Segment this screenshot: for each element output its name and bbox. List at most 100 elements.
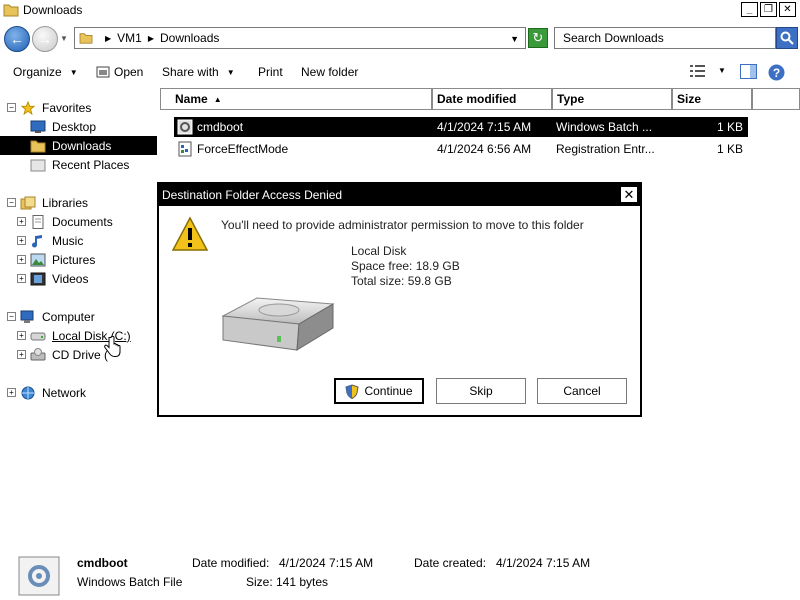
restore-button[interactable]: ❐ — [760, 2, 777, 17]
collapse-icon[interactable]: − — [7, 198, 16, 207]
nav-item-videos[interactable]: + Videos — [17, 269, 88, 288]
column-headers: Name ▲ Date modified Type Size — [160, 88, 800, 110]
refresh-button[interactable]: ↻ — [528, 28, 548, 48]
registry-file-icon — [178, 141, 192, 157]
cancel-button[interactable]: Cancel — [537, 378, 627, 404]
views-button[interactable] — [690, 64, 706, 81]
expand-icon[interactable]: + — [17, 350, 26, 359]
forward-button[interactable]: → — [32, 26, 58, 52]
expand-icon[interactable]: + — [17, 217, 26, 226]
expand-icon[interactable]: + — [7, 388, 16, 397]
address-row: ← → ▼ ▶ VM1 ▶ Downloads ▼ ↻ Search Downl… — [0, 24, 800, 54]
print-label: Print — [258, 65, 283, 79]
details-file-name: cmdboot — [77, 556, 128, 570]
column-header-date-modified[interactable]: Date modified — [432, 88, 552, 110]
nav-item-network[interactable]: + Network — [7, 383, 86, 402]
file-row[interactable]: cmdboot 4/1/2024 7:15 AM Windows Batch .… — [174, 117, 748, 137]
column-header-size[interactable]: Size — [672, 88, 752, 110]
preview-pane-button[interactable] — [740, 64, 757, 82]
batch-file-icon — [18, 556, 60, 596]
disk-info: Local Disk Space free: 18.9 GB Total siz… — [351, 244, 460, 289]
dialog-message: You'll need to provide administrator per… — [221, 218, 584, 232]
details-pane: cmdboot Windows Batch File Date modified… — [0, 550, 800, 600]
continue-label: Continue — [364, 384, 413, 398]
sort-ascending-icon: ▲ — [213, 94, 222, 104]
minimize-button[interactable]: _ — [741, 2, 758, 17]
new-folder-label: New folder — [301, 65, 359, 79]
expand-icon[interactable]: + — [17, 236, 26, 245]
search-input[interactable]: Search Downloads — [554, 27, 776, 49]
folder-icon — [3, 4, 19, 17]
pictures-icon — [30, 253, 46, 266]
nav-item-downloads[interactable]: Downloads — [0, 136, 157, 155]
nav-item-pictures[interactable]: + Pictures — [17, 250, 95, 269]
title-bar: Downloads _ ❐ ✕ — [0, 0, 800, 20]
back-button[interactable]: ← — [4, 26, 30, 52]
dialog-title-bar: Destination Folder Access Denied ✕ — [159, 184, 640, 206]
expand-icon[interactable]: + — [17, 331, 26, 340]
desktop-icon — [30, 120, 46, 133]
open-label: Open — [114, 65, 144, 79]
chevron-right-icon[interactable]: ▶ — [105, 34, 111, 43]
open-icon — [96, 66, 110, 78]
forward-icon: → — [38, 31, 52, 47]
collapse-icon[interactable]: − — [7, 312, 16, 321]
organize-button[interactable]: Organize ▼ — [13, 65, 78, 79]
nav-item-music[interactable]: + Music — [17, 231, 83, 250]
breadcrumb-vm1[interactable]: VM1 — [117, 31, 142, 45]
disk-total-size: Total size: 59.8 GB — [351, 274, 452, 288]
continue-button[interactable]: Continue — [334, 378, 424, 404]
nav-item-label: Pictures — [52, 252, 96, 267]
column-header-label: Name — [175, 92, 208, 106]
expand-icon[interactable]: + — [17, 274, 26, 283]
column-header-name[interactable]: Name ▲ — [160, 88, 432, 110]
file-type: Registration Entr... — [556, 142, 655, 156]
breadcrumb-downloads[interactable]: Downloads — [160, 31, 219, 45]
share-with-label: Share with — [162, 65, 219, 79]
print-button[interactable]: Print — [258, 65, 283, 79]
details-size-label: Size: — [246, 575, 273, 589]
window-controls: _ ❐ ✕ — [741, 2, 796, 17]
help-button[interactable]: ? — [768, 64, 785, 84]
skip-button[interactable]: Skip — [436, 378, 526, 404]
folder-icon — [30, 140, 46, 152]
music-icon — [32, 234, 42, 247]
skip-label: Skip — [469, 384, 493, 398]
warning-icon — [171, 216, 209, 251]
nav-item-computer[interactable]: − Computer — [7, 307, 95, 326]
nav-item-cd-drive[interactable]: + CD Drive ( — [17, 345, 108, 364]
nav-item-label: Music — [52, 233, 84, 248]
back-icon: ← — [10, 31, 24, 47]
nav-item-desktop[interactable]: Desktop — [30, 117, 96, 136]
views-dropdown[interactable]: ▼ — [718, 66, 726, 75]
command-bar: Organize ▼ Open Share with ▼ Print New fol… — [0, 60, 800, 84]
search-button[interactable] — [776, 27, 798, 49]
details-file-type: Windows Batch File — [77, 575, 183, 589]
file-date: 4/1/2024 6:56 AM — [437, 142, 532, 156]
chevron-right-icon[interactable]: ▶ — [148, 34, 154, 43]
share-with-button[interactable]: Share with ▼ — [162, 65, 235, 79]
file-size: 1 KB — [717, 120, 744, 134]
column-header-empty — [752, 88, 800, 110]
dialog-close-button[interactable]: ✕ — [620, 186, 638, 203]
cancel-label: Cancel — [563, 384, 601, 398]
folder-icon — [79, 33, 93, 44]
close-button[interactable]: ✕ — [779, 2, 796, 17]
collapse-icon[interactable]: − — [7, 103, 16, 112]
file-row[interactable]: ForceEffectMode 4/1/2024 6:56 AM Registr… — [174, 139, 748, 159]
expand-icon[interactable]: + — [17, 255, 26, 264]
chevron-down-icon[interactable]: ▼ — [510, 34, 519, 44]
nav-item-documents[interactable]: + Documents — [17, 212, 113, 231]
shield-icon — [345, 383, 360, 399]
address-bar[interactable]: ▶ VM1 ▶ Downloads ▼ — [74, 27, 526, 49]
nav-item-favorites[interactable]: − Favorites — [7, 98, 91, 117]
recent-pages-dropdown[interactable]: ▼ — [60, 34, 68, 43]
nav-item-recent-places[interactable]: Recent Places — [30, 155, 129, 174]
new-folder-button[interactable]: New folder — [301, 65, 358, 79]
open-button[interactable]: Open — [96, 65, 143, 79]
nav-item-libraries[interactable]: − Libraries — [7, 193, 88, 212]
nav-item-label: Libraries — [42, 195, 89, 210]
details-size: 141 bytes — [276, 575, 329, 589]
column-header-type[interactable]: Type — [552, 88, 672, 110]
disk-space-free: Space free: 18.9 GB — [351, 259, 460, 273]
